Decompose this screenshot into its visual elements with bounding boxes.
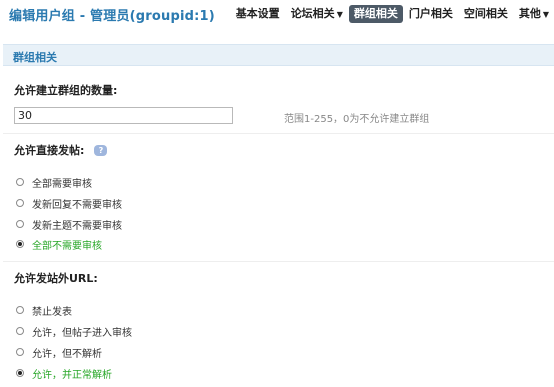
page-header: 编辑用户组 - 管理员(groupid:1) 基本设置 论坛相关 ▼ 群组相关 门… (0, 0, 554, 30)
radio-button[interactable] (16, 369, 24, 377)
chevron-down-icon: ▼ (336, 10, 343, 19)
tab-forum[interactable]: 论坛相关 ▼ (286, 5, 348, 23)
radio-label: 允许，但不解析 (32, 348, 102, 360)
radio-button[interactable] (16, 199, 24, 207)
chevron-down-icon: ▼ (542, 10, 549, 19)
radio-direct-post-all-review[interactable]: 全部需要审核 (16, 175, 92, 190)
radio-button[interactable] (16, 327, 24, 335)
radio-label: 发新回复不需要审核 (32, 199, 122, 211)
radio-label: 允许，但帖子进入审核 (32, 327, 132, 339)
radio-url-allow-parse[interactable]: 允许，并正常解析 (16, 366, 112, 381)
radio-label: 全部需要审核 (32, 178, 92, 190)
direct-post-label-row: 允许直接发帖:? (14, 142, 108, 158)
group-limit-input[interactable] (14, 107, 233, 124)
tab-label: 群组相关 (353, 7, 398, 20)
radio-label: 允许，并正常解析 (32, 369, 112, 381)
tab-space[interactable]: 空间相关 (459, 5, 513, 23)
tab-other[interactable]: 其他 ▼ (514, 5, 554, 23)
radio-button[interactable] (16, 178, 24, 186)
radio-url-allow-no-parse[interactable]: 允许，但不解析 (16, 345, 102, 360)
radio-label: 禁止发表 (32, 306, 72, 318)
radio-button[interactable] (16, 240, 24, 248)
radio-label: 发新主题不需要审核 (32, 220, 122, 232)
section-title: 群组相关 (13, 51, 57, 64)
radio-url-forbid[interactable]: 禁止发表 (16, 303, 72, 318)
tab-basic-settings[interactable]: 基本设置 (231, 5, 285, 23)
tab-portal[interactable]: 门户相关 (404, 5, 458, 23)
page-title: 编辑用户组 - 管理员(groupid:1) (9, 9, 215, 24)
radio-url-allow-review[interactable]: 允许，但帖子进入审核 (16, 324, 132, 339)
divider (3, 261, 554, 262)
radio-label: 全部不需要审核 (32, 240, 102, 252)
radio-direct-post-thread-no-review[interactable]: 发新主题不需要审核 (16, 217, 122, 232)
group-limit-hint: 范围1-255，0为不允许建立群组 (284, 114, 430, 125)
tab-group[interactable]: 群组相关 (348, 5, 403, 23)
tab-label: 论坛相关 (290, 7, 335, 20)
group-limit-label: 允许建立群组的数量: (14, 84, 118, 97)
radio-button[interactable] (16, 306, 24, 314)
tab-label: 门户相关 (408, 7, 453, 20)
divider (3, 133, 554, 134)
external-url-label: 允许发站外URL: (14, 272, 98, 285)
tab-label: 基本设置 (235, 7, 280, 20)
radio-direct-post-none-review[interactable]: 全部不需要审核 (16, 237, 102, 252)
radio-button[interactable] (16, 348, 24, 356)
tab-label: 其他 (518, 7, 541, 20)
help-bubble-icon[interactable]: ? (94, 144, 108, 156)
section-header: 群组相关 (3, 44, 554, 66)
top-nav: 基本设置 论坛相关 ▼ 群组相关 门户相关 空间相关 其他 ▼ (230, 4, 554, 24)
radio-direct-post-reply-no-review[interactable]: 发新回复不需要审核 (16, 196, 122, 211)
radio-button[interactable] (16, 220, 24, 228)
tab-label: 空间相关 (463, 7, 508, 20)
direct-post-label: 允许直接发帖: (14, 144, 85, 157)
